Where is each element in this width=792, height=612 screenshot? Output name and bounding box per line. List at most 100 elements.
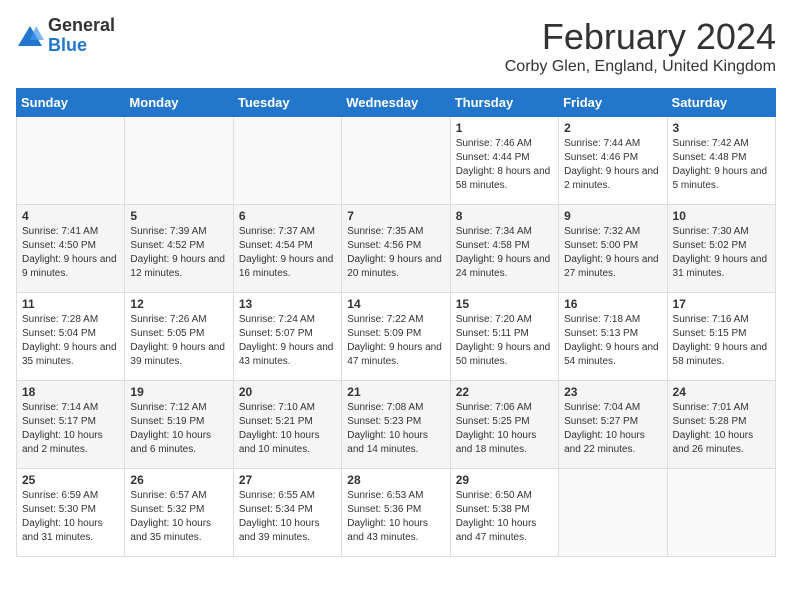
header-cell-friday: Friday: [559, 89, 667, 117]
day-number: 29: [456, 473, 553, 487]
calendar-cell: 23Sunrise: 7:04 AM Sunset: 5:27 PM Dayli…: [559, 381, 667, 469]
calendar-header: SundayMondayTuesdayWednesdayThursdayFrid…: [17, 89, 776, 117]
logo: General Blue: [16, 16, 115, 56]
calendar-cell: 28 Sunrise: 6:53 AM Sunset: 5:36 PM Dayli…: [342, 469, 450, 557]
day-number: 17: [673, 297, 770, 311]
calendar-cell: 24 Sunrise: 7:01 AM Sunset: 5:28 PM Dayli…: [667, 381, 775, 469]
calendar-subtitle: Corby Glen, England, United Kingdom: [505, 58, 776, 76]
header-cell-monday: Monday: [125, 89, 233, 117]
day-info: Sunrise: 6:50 AM Sunset: 5:38 PM Dayligh…: [456, 489, 553, 545]
day-info: Sunrise: 7:46 AM Sunset: 4:44 PM Dayligh…: [456, 137, 553, 193]
calendar-cell: 26 Sunrise: 6:57 AM Sunset: 5:32 PM Dayli…: [125, 469, 233, 557]
day-number: 2: [564, 121, 661, 135]
calendar-week-4: 18 Sunrise: 7:14 AM Sunset: 5:17 PM Dayli…: [17, 381, 776, 469]
day-info: Sunrise: 6:53 AM Sunset: 5:36 PM Dayligh…: [347, 489, 444, 545]
calendar-cell: 19 Sunrise: 7:12 AM Sunset: 5:19 PM Dayli…: [125, 381, 233, 469]
calendar-cell: 16 Sunrise: 7:18 AM Sunset: 5:13 PM Dayli…: [559, 293, 667, 381]
calendar-cell: [233, 117, 341, 205]
day-number: 26: [130, 473, 227, 487]
header-cell-tuesday: Tuesday: [233, 89, 341, 117]
day-info: Sunrise: 7:08 AM Sunset: 5:23 PM Dayligh…: [347, 401, 444, 457]
calendar-cell: 9Sunrise: 7:32 AM Sunset: 5:00 PM Daylig…: [559, 205, 667, 293]
calendar-cell: 2 Sunrise: 7:44 AM Sunset: 4:46 PM Daylig…: [559, 117, 667, 205]
day-info: Sunrise: 7:04 AM Sunset: 5:27 PM Dayligh…: [564, 401, 661, 457]
calendar-cell: [342, 117, 450, 205]
page-header: General Blue February 2024 Corby Glen, E…: [16, 16, 776, 76]
day-info: Sunrise: 7:41 AM Sunset: 4:50 PM Dayligh…: [22, 225, 119, 281]
calendar-week-3: 11Sunrise: 7:28 AM Sunset: 5:04 PM Dayli…: [17, 293, 776, 381]
calendar-title: February 2024: [505, 16, 776, 58]
calendar-body: 1Sunrise: 7:46 AM Sunset: 4:44 PM Daylig…: [17, 117, 776, 557]
day-info: Sunrise: 7:37 AM Sunset: 4:54 PM Dayligh…: [239, 225, 336, 281]
day-info: Sunrise: 6:59 AM Sunset: 5:30 PM Dayligh…: [22, 489, 119, 545]
day-info: Sunrise: 7:44 AM Sunset: 4:46 PM Dayligh…: [564, 137, 661, 193]
day-info: Sunrise: 7:10 AM Sunset: 5:21 PM Dayligh…: [239, 401, 336, 457]
day-number: 12: [130, 297, 227, 311]
calendar-cell: [559, 469, 667, 557]
logo-text: General Blue: [48, 16, 115, 56]
day-number: 13: [239, 297, 336, 311]
calendar-cell: 7Sunrise: 7:35 AM Sunset: 4:56 PM Daylig…: [342, 205, 450, 293]
calendar-cell: 6 Sunrise: 7:37 AM Sunset: 4:54 PM Daylig…: [233, 205, 341, 293]
header-cell-thursday: Thursday: [450, 89, 558, 117]
calendar-cell: 21 Sunrise: 7:08 AM Sunset: 5:23 PM Dayli…: [342, 381, 450, 469]
day-number: 24: [673, 385, 770, 399]
calendar-cell: 4Sunrise: 7:41 AM Sunset: 4:50 PM Daylig…: [17, 205, 125, 293]
calendar-week-1: 1Sunrise: 7:46 AM Sunset: 4:44 PM Daylig…: [17, 117, 776, 205]
day-number: 18: [22, 385, 119, 399]
calendar-cell: 17 Sunrise: 7:16 AM Sunset: 5:15 PM Dayli…: [667, 293, 775, 381]
day-info: Sunrise: 7:34 AM Sunset: 4:58 PM Dayligh…: [456, 225, 553, 281]
day-number: 7: [347, 209, 444, 223]
calendar-cell: 10Sunrise: 7:30 AM Sunset: 5:02 PM Dayli…: [667, 205, 775, 293]
calendar-table: SundayMondayTuesdayWednesdayThursdayFrid…: [16, 88, 776, 557]
day-info: Sunrise: 7:18 AM Sunset: 5:13 PM Dayligh…: [564, 313, 661, 369]
header-cell-saturday: Saturday: [667, 89, 775, 117]
calendar-cell: 27 Sunrise: 6:55 AM Sunset: 5:34 PM Dayli…: [233, 469, 341, 557]
day-info: Sunrise: 7:06 AM Sunset: 5:25 PM Dayligh…: [456, 401, 553, 457]
calendar-cell: 22Sunrise: 7:06 AM Sunset: 5:25 PM Dayli…: [450, 381, 558, 469]
logo-general: General: [48, 16, 115, 36]
day-number: 21: [347, 385, 444, 399]
day-number: 20: [239, 385, 336, 399]
calendar-cell: [17, 117, 125, 205]
logo-blue: Blue: [48, 36, 115, 56]
day-info: Sunrise: 7:39 AM Sunset: 4:52 PM Dayligh…: [130, 225, 227, 281]
day-number: 15: [456, 297, 553, 311]
day-info: Sunrise: 6:55 AM Sunset: 5:34 PM Dayligh…: [239, 489, 336, 545]
calendar-cell: 25 Sunrise: 6:59 AM Sunset: 5:30 PM Dayli…: [17, 469, 125, 557]
calendar-cell: 15 Sunrise: 7:20 AM Sunset: 5:11 PM Dayli…: [450, 293, 558, 381]
day-number: 3: [673, 121, 770, 135]
day-info: Sunrise: 7:12 AM Sunset: 5:19 PM Dayligh…: [130, 401, 227, 457]
header-cell-wednesday: Wednesday: [342, 89, 450, 117]
calendar-cell: 14Sunrise: 7:22 AM Sunset: 5:09 PM Dayli…: [342, 293, 450, 381]
day-info: Sunrise: 7:32 AM Sunset: 5:00 PM Dayligh…: [564, 225, 661, 281]
day-info: Sunrise: 7:14 AM Sunset: 5:17 PM Dayligh…: [22, 401, 119, 457]
day-number: 10: [673, 209, 770, 223]
calendar-cell: 13Sunrise: 7:24 AM Sunset: 5:07 PM Dayli…: [233, 293, 341, 381]
calendar-cell: 8 Sunrise: 7:34 AM Sunset: 4:58 PM Daylig…: [450, 205, 558, 293]
day-info: Sunrise: 7:20 AM Sunset: 5:11 PM Dayligh…: [456, 313, 553, 369]
calendar-week-2: 4Sunrise: 7:41 AM Sunset: 4:50 PM Daylig…: [17, 205, 776, 293]
day-info: Sunrise: 7:16 AM Sunset: 5:15 PM Dayligh…: [673, 313, 770, 369]
header-row: SundayMondayTuesdayWednesdayThursdayFrid…: [17, 89, 776, 117]
calendar-cell: 29 Sunrise: 6:50 AM Sunset: 5:38 PM Dayli…: [450, 469, 558, 557]
day-number: 16: [564, 297, 661, 311]
day-number: 6: [239, 209, 336, 223]
calendar-week-5: 25 Sunrise: 6:59 AM Sunset: 5:30 PM Dayli…: [17, 469, 776, 557]
day-number: 27: [239, 473, 336, 487]
day-number: 28: [347, 473, 444, 487]
day-info: Sunrise: 7:28 AM Sunset: 5:04 PM Dayligh…: [22, 313, 119, 369]
title-area: February 2024 Corby Glen, England, Unite…: [505, 16, 776, 76]
day-number: 5: [130, 209, 227, 223]
day-info: Sunrise: 6:57 AM Sunset: 5:32 PM Dayligh…: [130, 489, 227, 545]
calendar-cell: [125, 117, 233, 205]
day-info: Sunrise: 7:42 AM Sunset: 4:48 PM Dayligh…: [673, 137, 770, 193]
calendar-cell: 3 Sunrise: 7:42 AM Sunset: 4:48 PM Daylig…: [667, 117, 775, 205]
day-info: Sunrise: 7:01 AM Sunset: 5:28 PM Dayligh…: [673, 401, 770, 457]
calendar-cell: 5 Sunrise: 7:39 AM Sunset: 4:52 PM Daylig…: [125, 205, 233, 293]
calendar-cell: 18 Sunrise: 7:14 AM Sunset: 5:17 PM Dayli…: [17, 381, 125, 469]
day-number: 25: [22, 473, 119, 487]
day-number: 19: [130, 385, 227, 399]
header-cell-sunday: Sunday: [17, 89, 125, 117]
day-number: 8: [456, 209, 553, 223]
